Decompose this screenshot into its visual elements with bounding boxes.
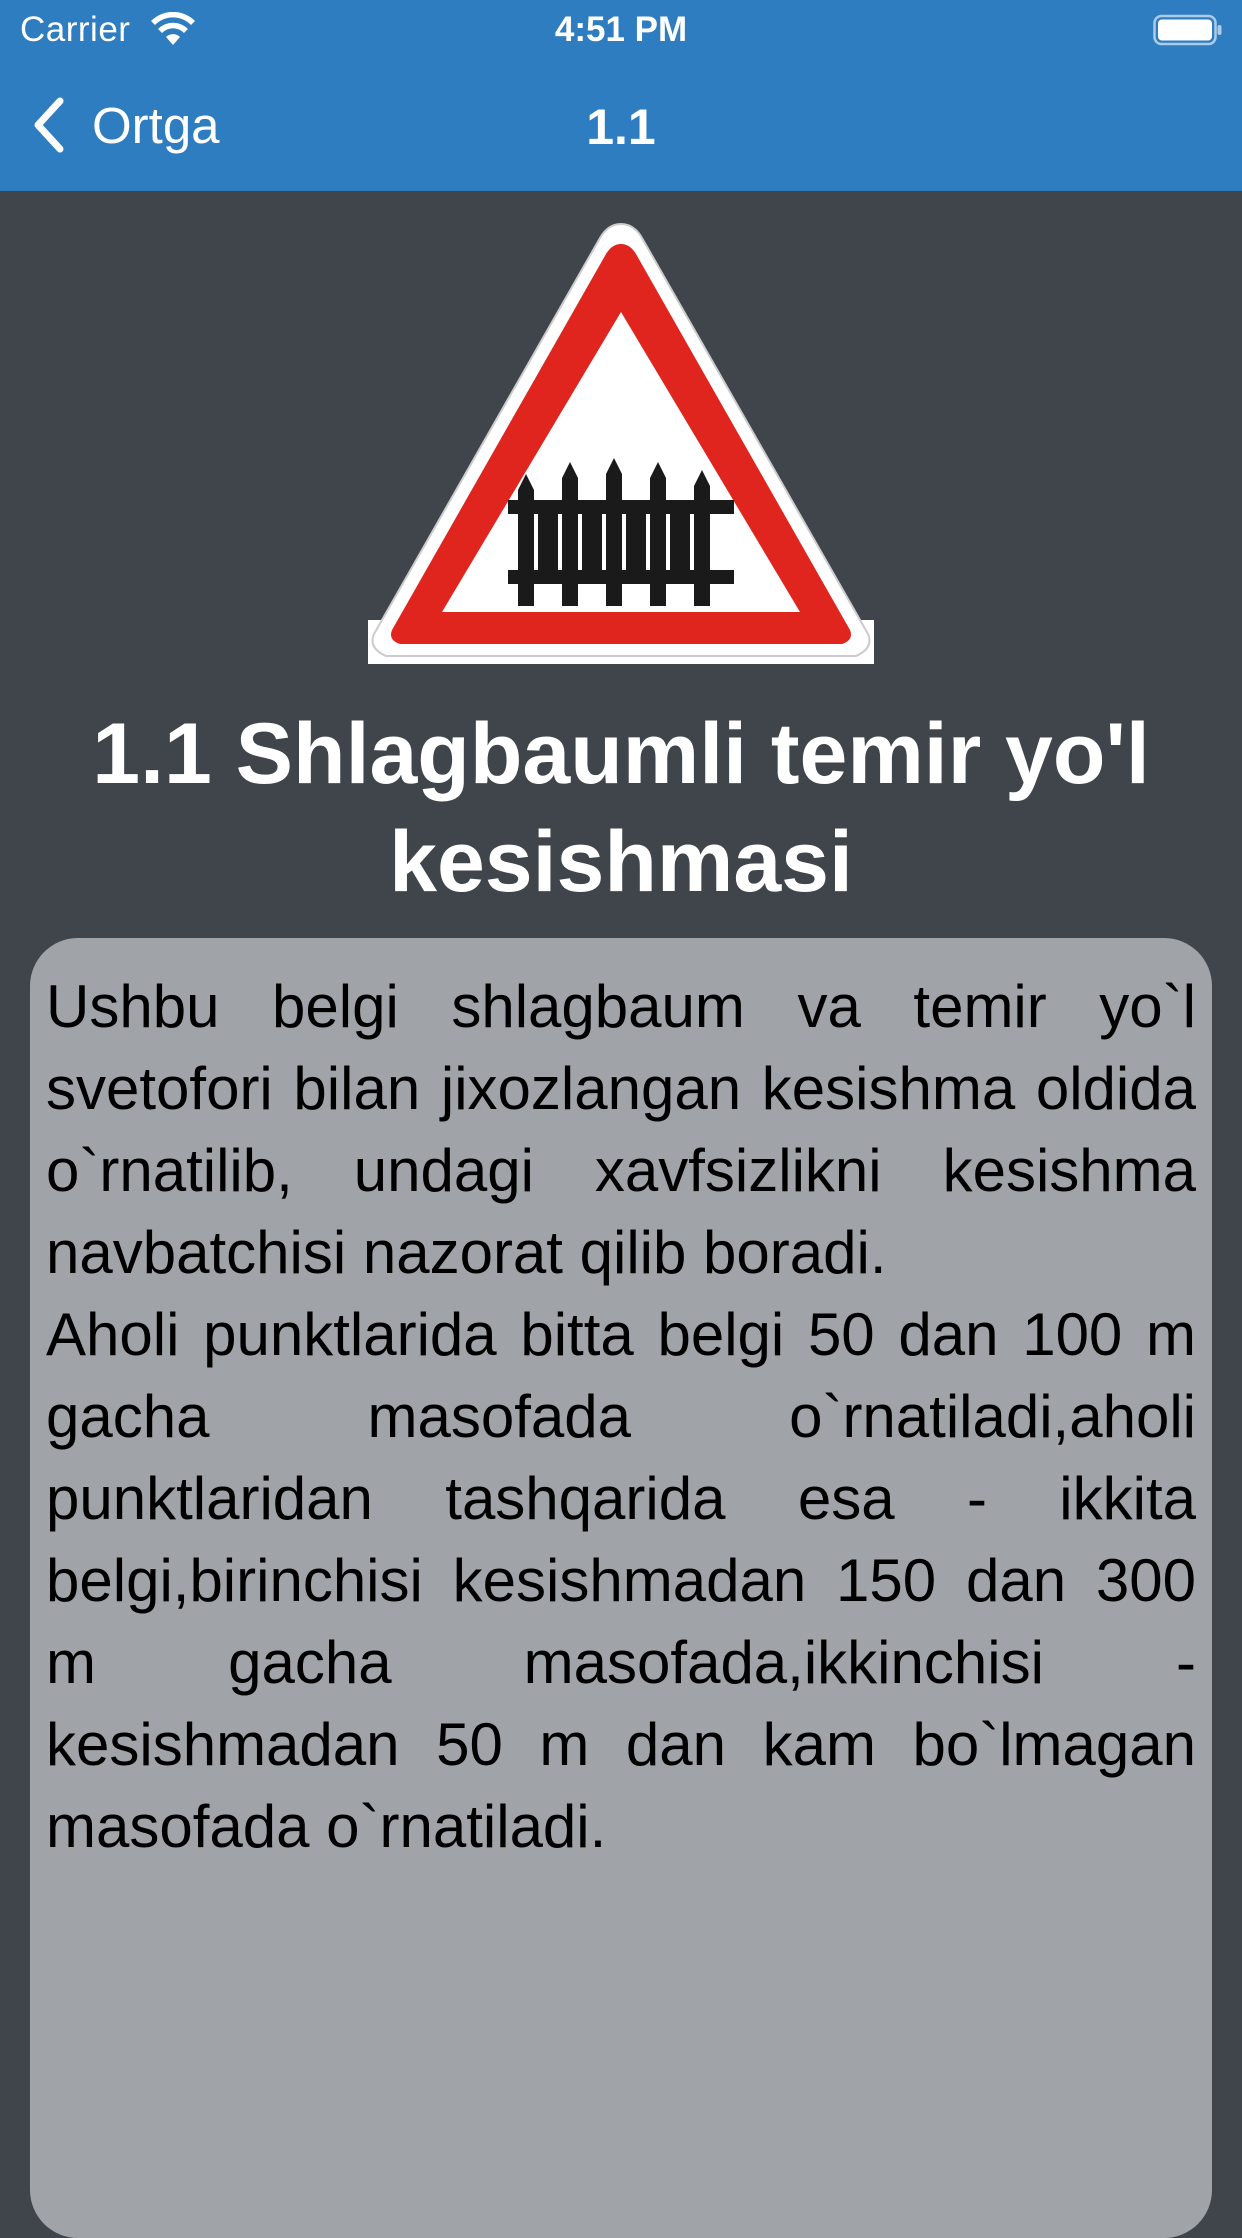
nav-title: 1.1 [586, 99, 656, 155]
top-bar: Carrier 4:51 PM Ortga 1.1 [0, 0, 1242, 191]
status-bar: Carrier 4:51 PM [0, 0, 1242, 60]
sign-title: 1.1 Shlagbaumli temir yo'l kesishmasi [92, 706, 1150, 910]
description-card: Ushbu belgi shlagbaum va temir yo`l svet… [30, 938, 1212, 2238]
battery-full-icon [1153, 14, 1222, 46]
sign-description: Ushbu belgi shlagbaum va temir yo`l svet… [46, 973, 1196, 1860]
status-time: 4:51 PM [554, 10, 688, 49]
railway-crossing-sign-icon [368, 222, 874, 664]
navigation-bar: Ortga 1.1 [0, 60, 1242, 191]
